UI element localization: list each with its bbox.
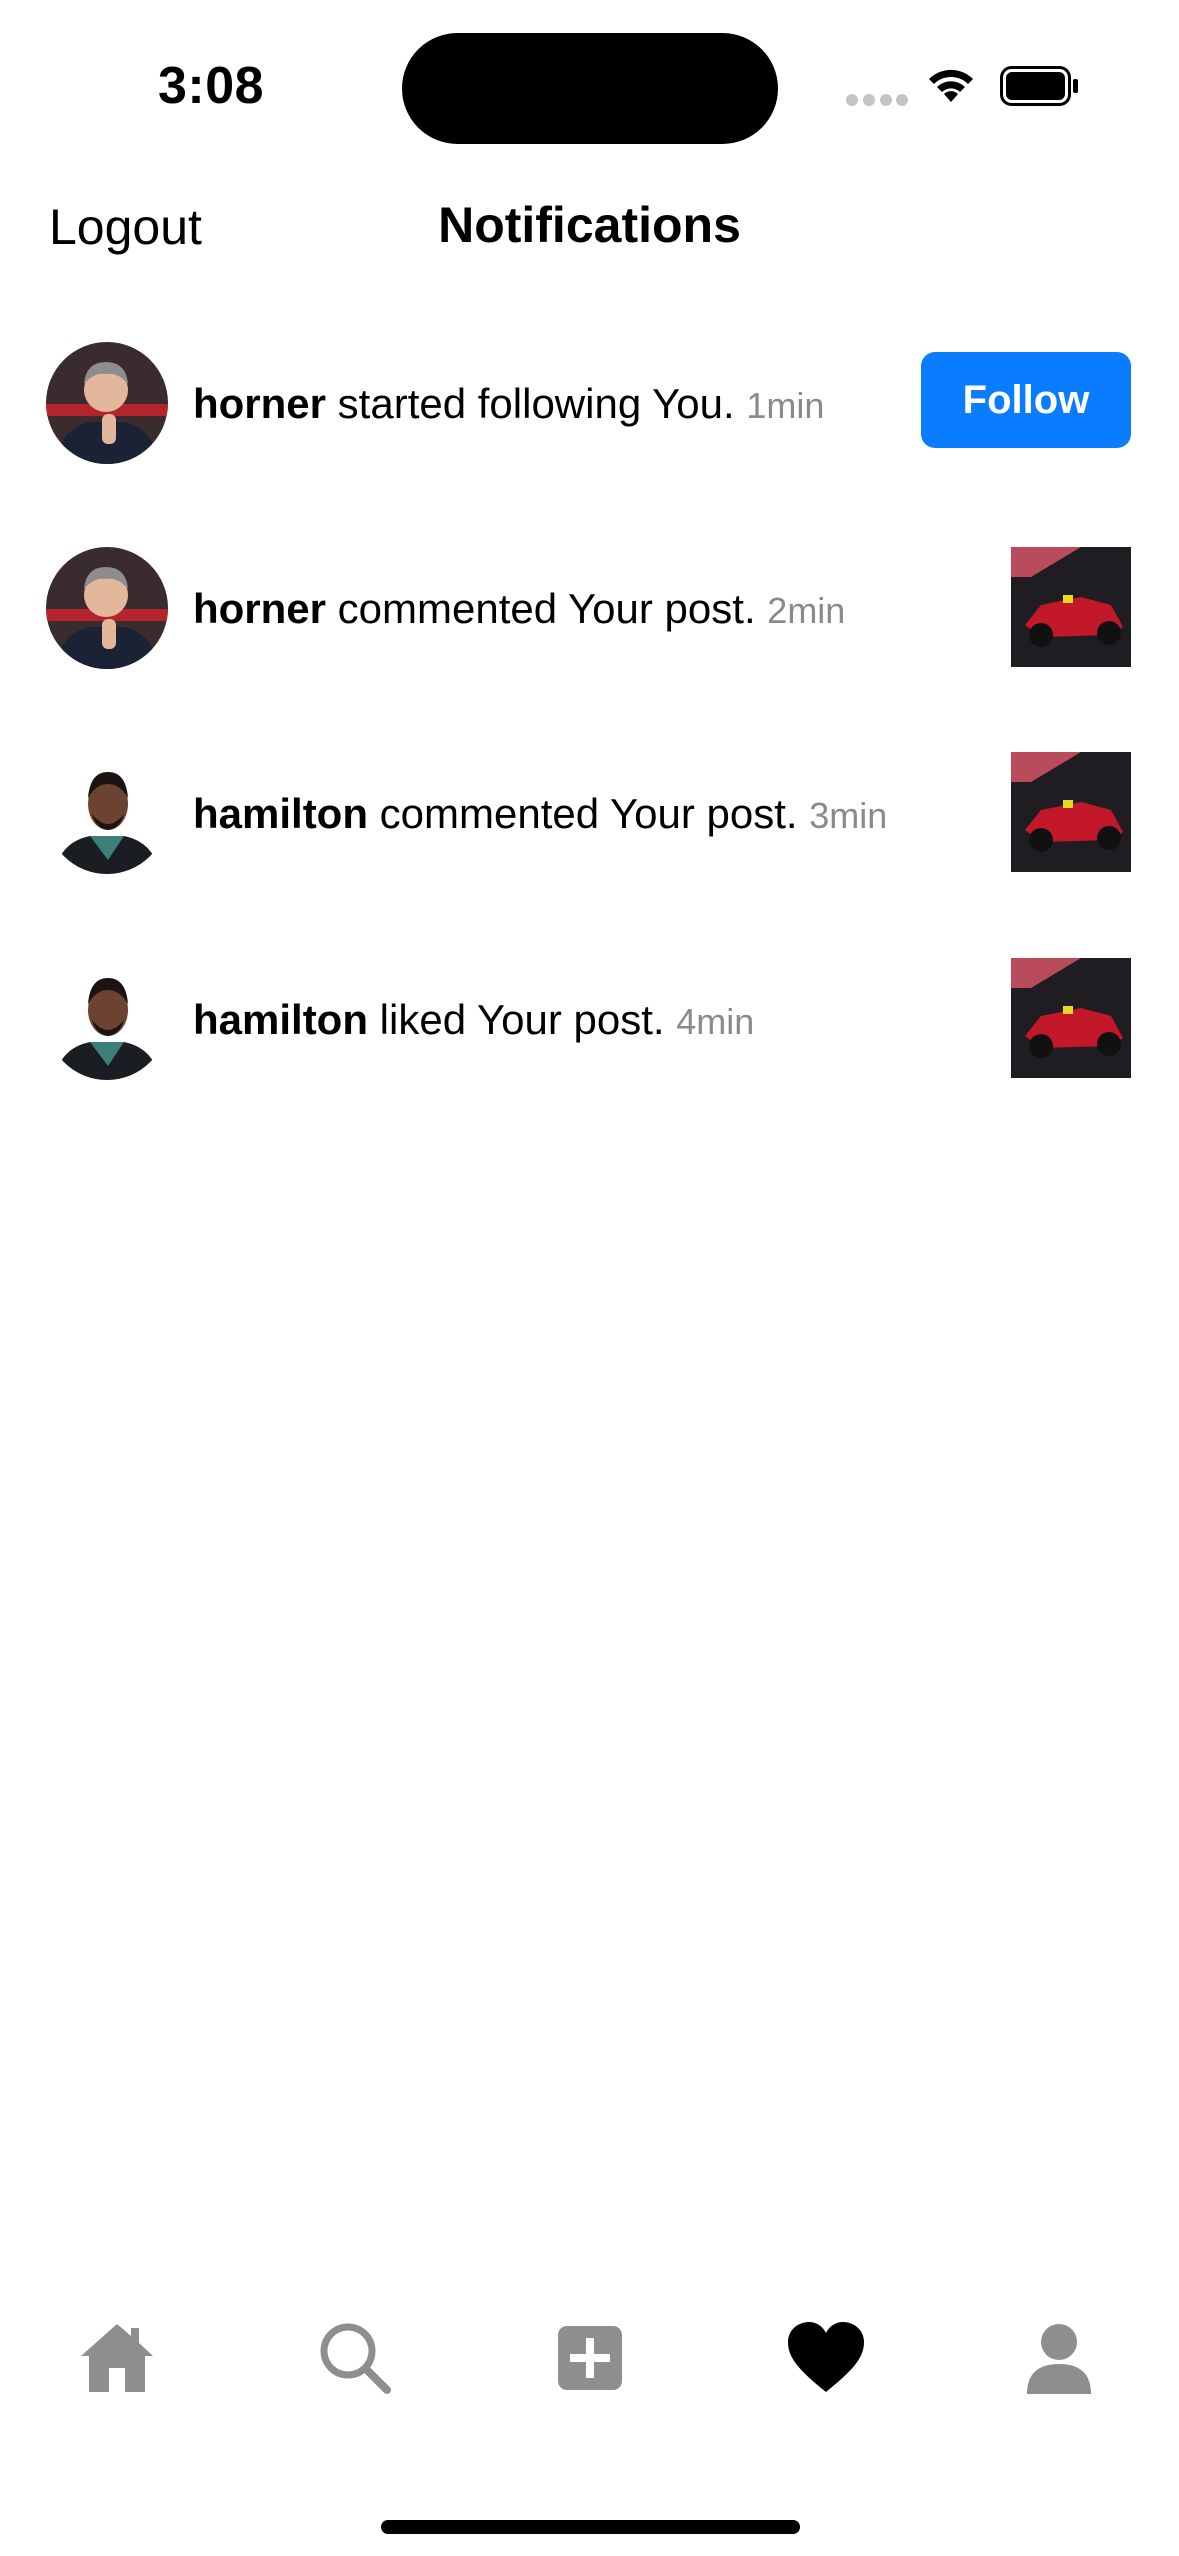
notification-username[interactable]: horner	[193, 585, 326, 632]
profile-icon[interactable]	[1019, 2318, 1099, 2398]
notification-time: 2min	[767, 590, 846, 631]
notification-message: started following You.	[326, 380, 747, 427]
notification-row[interactable]: hamilton commented Your post. 3min	[0, 752, 1179, 876]
notification-username[interactable]: hamilton	[193, 996, 368, 1043]
wifi-icon	[929, 69, 973, 102]
heart-icon[interactable]	[786, 2318, 866, 2398]
avatar-hamilton[interactable]	[46, 752, 168, 874]
notification-username[interactable]: horner	[193, 380, 326, 427]
notification-time: 3min	[809, 795, 888, 836]
home-icon[interactable]	[77, 2318, 157, 2398]
notification-message: commented Your post.	[326, 585, 768, 632]
notification-row[interactable]: hamilton liked Your post. 4min	[0, 958, 1179, 1082]
avatar-horner[interactable]	[46, 342, 168, 464]
notification-text: hamilton liked Your post. 4min	[193, 996, 754, 1044]
notification-text: horner commented Your post. 2min	[193, 585, 845, 633]
notification-time: 4min	[676, 1001, 755, 1042]
add-post-icon[interactable]	[550, 2318, 630, 2398]
home-indicator	[381, 2520, 800, 2534]
page-title: Notifications	[438, 197, 741, 253]
search-icon[interactable]	[315, 2318, 395, 2398]
status-time: 3:08	[158, 57, 265, 115]
battery-icon	[1000, 66, 1078, 106]
notification-message: liked Your post.	[368, 996, 677, 1043]
follow-button[interactable]: Follow	[921, 352, 1131, 448]
dynamic-island	[402, 33, 778, 144]
avatar-hamilton[interactable]	[46, 958, 168, 1080]
notification-username[interactable]: hamilton	[193, 790, 368, 837]
notification-text: horner started following You. 1min	[193, 380, 824, 428]
notification-text: hamilton commented Your post. 3min	[193, 790, 887, 838]
notification-row[interactable]: horner commented Your post. 2min	[0, 547, 1179, 671]
cellular-signal-icon	[846, 94, 908, 106]
notification-message: commented Your post.	[368, 790, 810, 837]
notification-time: 1min	[746, 385, 825, 426]
post-thumbnail[interactable]	[1011, 958, 1131, 1078]
post-thumbnail[interactable]	[1011, 752, 1131, 872]
notification-row[interactable]: horner started following You. 1min Follo…	[0, 342, 1179, 466]
avatar-horner[interactable]	[46, 547, 168, 669]
post-thumbnail[interactable]	[1011, 547, 1131, 667]
